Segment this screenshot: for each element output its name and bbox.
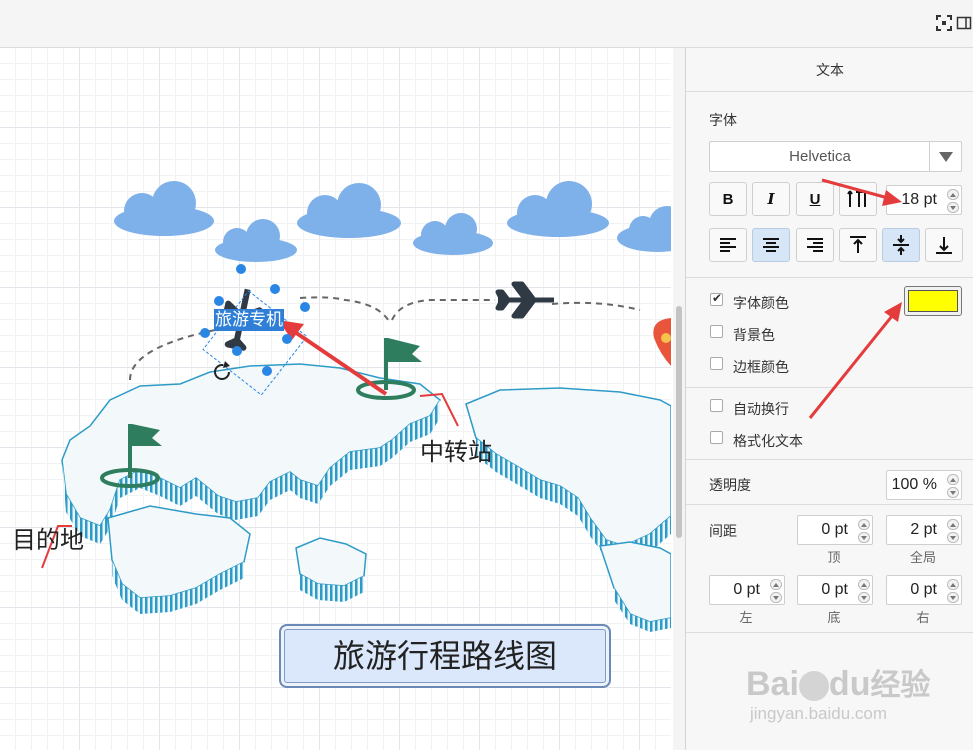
font-family-value: Helvetica — [789, 148, 851, 165]
chevron-down-icon[interactable] — [929, 142, 961, 171]
spacing-bottom-label: 底 — [827, 610, 841, 625]
cloud-icon — [617, 206, 671, 252]
resize-handle[interactable] — [270, 284, 280, 294]
underline-icon: U — [809, 190, 821, 208]
spacing-global-stepper[interactable] — [947, 519, 959, 543]
title-box[interactable]: 旅游行程路线图 — [279, 624, 611, 688]
formatted-text-checkbox[interactable] — [710, 431, 723, 444]
font-color-fill — [908, 290, 958, 312]
scrollbar-thumb[interactable] — [676, 306, 682, 538]
spacing-bottom-stepper[interactable] — [858, 579, 870, 603]
spacing-left-value: 0 pt — [733, 581, 760, 598]
background-color-label: 背景色 — [733, 327, 775, 343]
format-panel: 文本 字体 Helvetica B I U 18 pt 字体颜色 背景色 边框颜… — [685, 48, 973, 750]
selected-text-label[interactable]: 旅游专机 — [214, 309, 284, 331]
autowrap-label: 自动换行 — [733, 401, 789, 417]
panel-tab-text[interactable]: 文本 — [686, 48, 973, 92]
opacity-input[interactable]: 100 % — [886, 470, 962, 500]
top-toolbar — [0, 0, 973, 48]
align-right-icon — [807, 238, 823, 252]
font-family-select[interactable]: Helvetica — [709, 141, 962, 172]
border-color-label: 边框颜色 — [733, 359, 789, 375]
spacing-global-label: 全局 — [909, 550, 936, 565]
spacing-right-label: 右 — [916, 610, 930, 625]
valign-top-icon — [850, 236, 866, 253]
italic-icon: I — [767, 190, 775, 208]
spacing-left-stepper[interactable] — [770, 579, 782, 603]
vertical-text-icon — [847, 190, 868, 207]
font-size-stepper[interactable] — [947, 189, 959, 213]
spacing-global-value: 2 pt — [910, 521, 937, 538]
spacing-right-input[interactable]: 0 pt — [886, 575, 962, 605]
font-color-checkbox[interactable] — [710, 291, 723, 306]
valign-top-button[interactable] — [839, 228, 877, 262]
formatted-text-label: 格式化文本 — [733, 433, 803, 449]
fullscreen-icon[interactable] — [936, 15, 952, 31]
cloud-icon — [215, 219, 297, 262]
watermark-url: jingyan.baidu.com — [750, 704, 888, 723]
spacing-top-label: 顶 — [827, 550, 841, 565]
opacity-value: 100 % — [891, 476, 937, 493]
spacing-top-stepper[interactable] — [858, 519, 870, 543]
vertical-text-button[interactable] — [839, 182, 877, 216]
resize-handle[interactable] — [262, 366, 272, 376]
spacing-top-input[interactable]: 0 pt — [797, 515, 873, 545]
font-color-label: 字体颜色 — [733, 295, 789, 311]
spacing-left-label: 左 — [739, 610, 753, 625]
world-map — [61, 363, 671, 632]
diagram-canvas[interactable]: 旅游专机 目的地 中转站 旅游行程路线图 — [0, 48, 671, 750]
valign-middle-button[interactable] — [882, 228, 920, 262]
cloud-icon — [114, 181, 214, 236]
font-size-value: 18 pt — [901, 191, 937, 208]
airplane-icon — [495, 281, 554, 319]
spacing-label: 间距 — [709, 523, 737, 539]
spacing-right-stepper[interactable] — [947, 579, 959, 603]
spacing-right-value: 0 pt — [910, 581, 937, 598]
background-color-checkbox[interactable] — [710, 325, 723, 338]
spacing-bottom-input[interactable]: 0 pt — [797, 575, 873, 605]
spacing-global-input[interactable]: 2 pt — [886, 515, 962, 545]
opacity-stepper[interactable] — [947, 474, 959, 498]
italic-button[interactable]: I — [752, 182, 790, 216]
cloud-icon — [413, 213, 493, 255]
title-box-text: 旅游行程路线图 — [332, 637, 557, 675]
align-left-icon — [720, 238, 736, 252]
align-center-button[interactable] — [752, 228, 790, 262]
cloud-icon — [507, 181, 609, 237]
transfer-station-label[interactable]: 中转站 — [420, 432, 492, 467]
align-center-icon — [763, 238, 779, 252]
underline-button[interactable]: U — [796, 182, 834, 216]
resize-handle[interactable] — [236, 264, 246, 274]
align-left-button[interactable] — [709, 228, 747, 262]
spacing-bottom-value: 0 pt — [821, 581, 848, 598]
font-section-label: 字体 — [709, 112, 737, 128]
opacity-label: 透明度 — [709, 477, 751, 493]
panel-toggle-icon[interactable] — [956, 15, 972, 31]
resize-handle[interactable] — [232, 346, 242, 356]
bold-button[interactable]: B — [709, 182, 747, 216]
align-right-button[interactable] — [796, 228, 834, 262]
resize-handle[interactable] — [214, 296, 224, 306]
valign-bottom-icon — [936, 237, 952, 254]
font-color-swatch[interactable] — [904, 286, 962, 316]
watermark-logo: Bai du经验 — [746, 665, 931, 703]
cloud-icon — [297, 183, 401, 238]
spacing-left-input[interactable]: 0 pt — [709, 575, 785, 605]
valign-middle-icon — [893, 235, 909, 255]
font-size-input[interactable]: 18 pt — [886, 185, 962, 215]
resize-handle[interactable] — [200, 328, 210, 338]
clouds-group — [114, 181, 671, 262]
autowrap-checkbox[interactable] — [710, 399, 723, 412]
map-pin-icon — [653, 318, 671, 366]
destination-label[interactable]: 目的地 — [12, 520, 84, 555]
resize-handle[interactable] — [282, 334, 292, 344]
bold-icon: B — [722, 190, 734, 208]
border-color-checkbox[interactable] — [710, 357, 723, 370]
resize-handle[interactable] — [300, 302, 310, 312]
canvas-scrollbar[interactable] — [673, 48, 685, 750]
valign-bottom-button[interactable] — [925, 228, 963, 262]
spacing-top-value: 0 pt — [821, 521, 848, 538]
